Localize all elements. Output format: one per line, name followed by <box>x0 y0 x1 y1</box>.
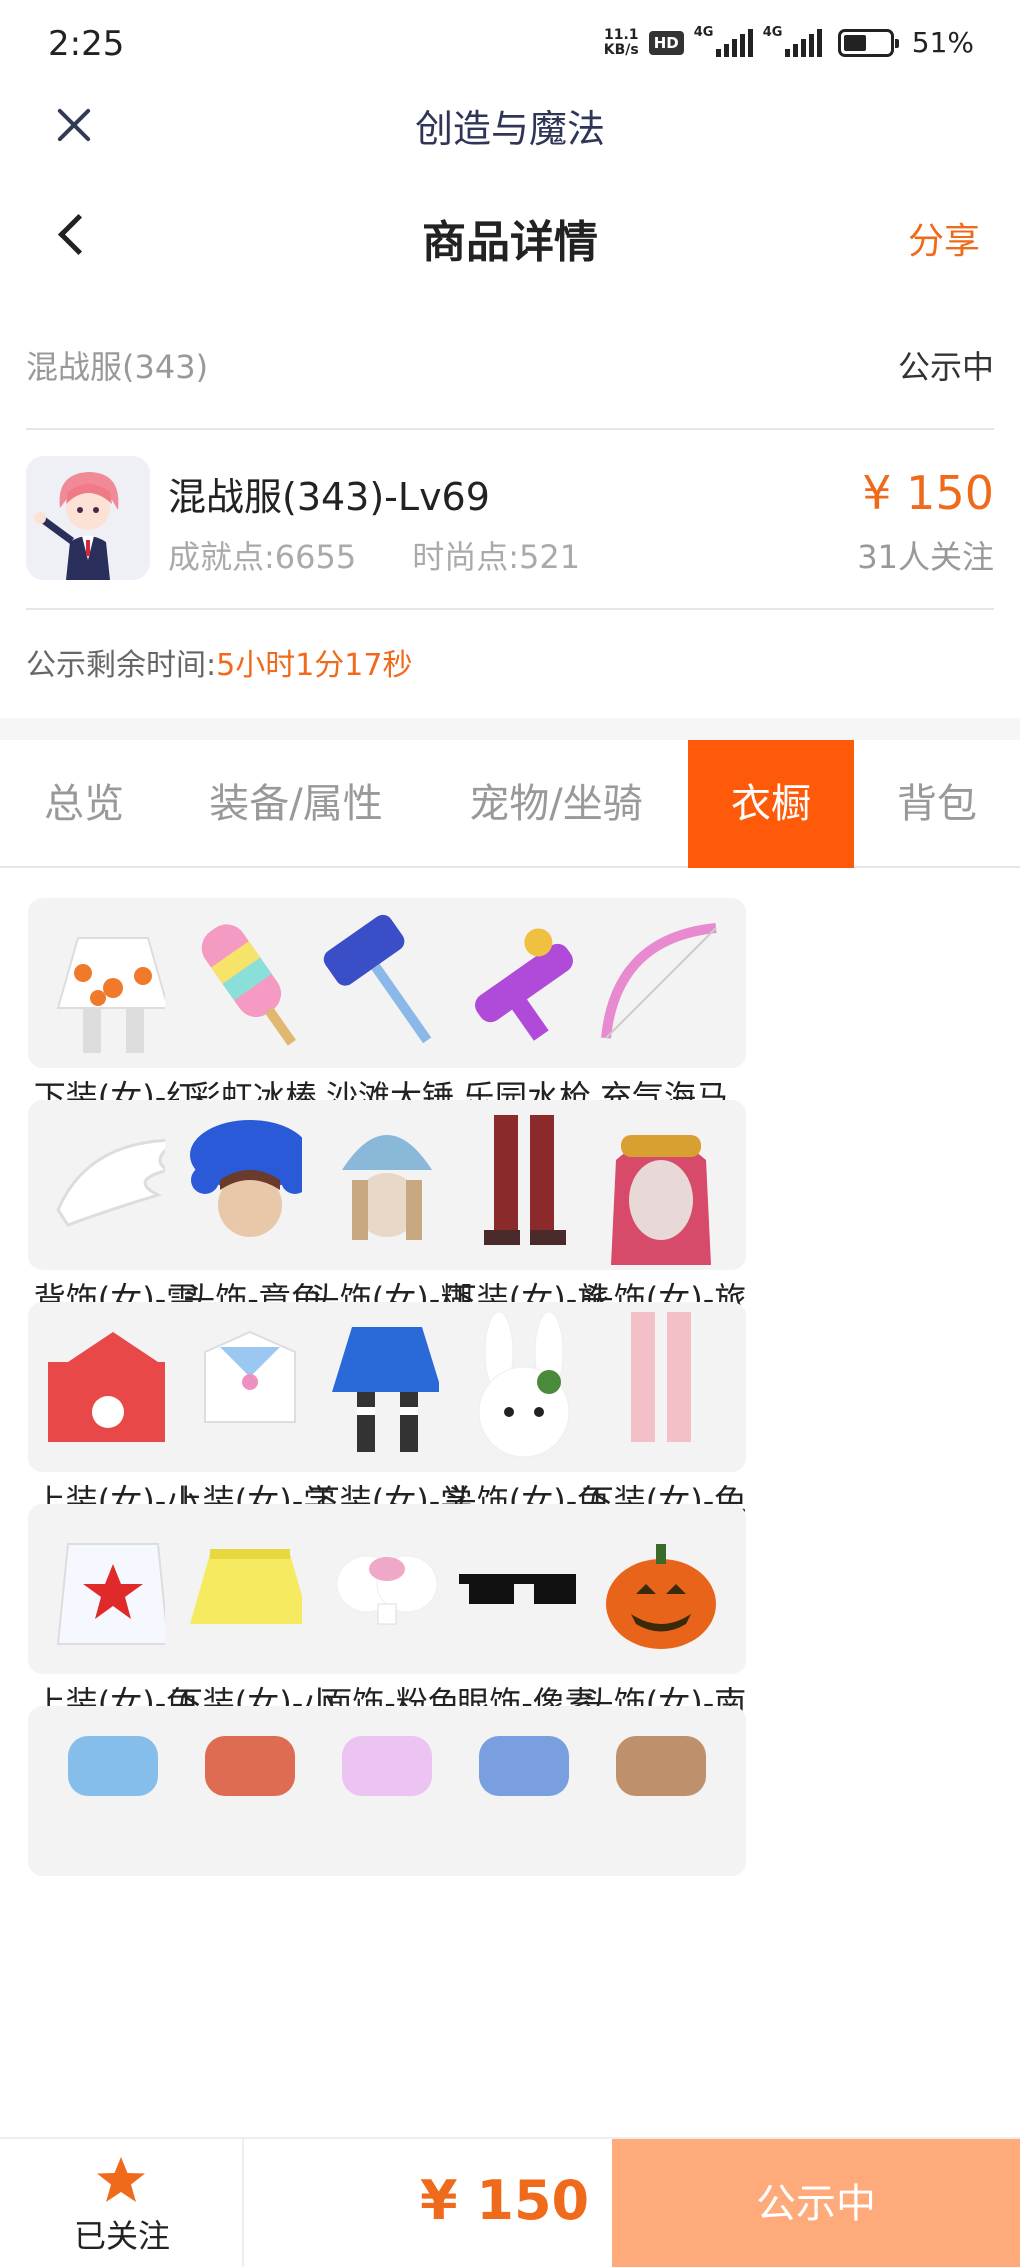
wardrobe-grid: 下装(女)-红枫彩虹冰棒沙滩大锤乐园水枪充气海马背饰(女)-雪国精灵头饰-章鱼帽… <box>0 868 1020 2138</box>
share-button[interactable]: 分享 <box>908 212 980 264</box>
tab-equipment[interactable]: 装备/属性 <box>168 740 424 868</box>
pumpkin-icon <box>576 1504 746 1674</box>
tab-overview[interactable]: 总览 <box>0 740 168 868</box>
mini-program-bar: 创造与魔法 <box>0 90 1020 190</box>
tab-backpack[interactable]: 背包 <box>854 740 1020 868</box>
item-price: ¥ 150 <box>862 466 994 520</box>
remaining-time: 公示剩余时间:5小时1分17秒 <box>26 640 412 684</box>
character-avatar <box>26 456 150 580</box>
network-speed: 11.1 KB/s <box>603 26 639 58</box>
fashion-points: 时尚点:521 <box>412 538 581 576</box>
bottom-price: ¥ 150 <box>420 2169 590 2232</box>
remaining-time-value: 5小时1分17秒 <box>216 648 413 683</box>
server-row: 混战服(343) 公示中 <box>26 330 994 430</box>
signal-icon: 4G <box>694 25 753 57</box>
signal-icon: 4G <box>763 25 822 57</box>
page-title: 商品详情 <box>422 217 598 268</box>
wardrobe-item[interactable] <box>568 1676 748 1968</box>
goggles-head-icon <box>576 1100 746 1270</box>
status-bar: 2:25 11.1 KB/s HD 4G 4G 51% <box>0 0 1020 90</box>
status-action-button[interactable]: 公示中 <box>612 2139 1020 2267</box>
server-name: 混战服(343) <box>26 348 209 386</box>
page-header: 商品详情 分享 <box>0 190 1020 280</box>
tab-bar: 总览 装备/属性 宠物/坐骑 衣橱 背包 <box>0 740 1020 868</box>
section-divider <box>0 718 1020 740</box>
status-icons: 11.1 KB/s HD 4G 4G 51% <box>603 25 974 60</box>
bottom-bar: 已关注 ¥ 150 公示中 <box>0 2137 1020 2267</box>
bow-icon <box>576 898 746 1068</box>
partial-item-icon <box>576 1706 746 1876</box>
battery-percent: 51% <box>911 26 974 59</box>
battery-icon <box>837 28 899 57</box>
star-icon <box>97 2157 145 2202</box>
item-summary[interactable]: 混战服(343)-Lv69 成就点:6655 时尚点:521 ¥ 150 31人… <box>26 430 994 610</box>
item-name: 混战服(343)-Lv69 <box>168 475 490 519</box>
tab-pets[interactable]: 宠物/坐骑 <box>424 740 688 868</box>
status-time: 2:25 <box>48 24 125 64</box>
item-stats: 成就点:6655 时尚点:521 <box>168 532 580 578</box>
tab-wardrobe[interactable]: 衣橱 <box>688 740 854 868</box>
remaining-time-label: 公示剩余时间: <box>26 648 217 683</box>
pink-legs-icon <box>576 1302 746 1472</box>
listing-status: 公示中 <box>897 348 994 386</box>
app-title: 创造与魔法 <box>414 107 605 151</box>
follow-button[interactable]: 已关注 <box>0 2139 244 2267</box>
follow-label: 已关注 <box>73 2217 170 2255</box>
hd-icon: HD <box>648 30 684 55</box>
achievement-points: 成就点:6655 <box>168 538 357 576</box>
watcher-count: 31人关注 <box>857 538 994 576</box>
